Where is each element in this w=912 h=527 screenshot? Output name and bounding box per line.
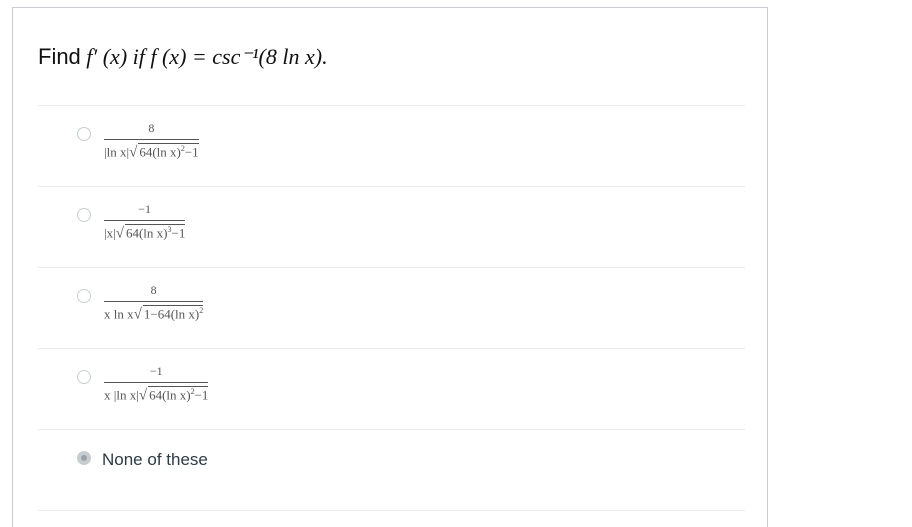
radicand: 64(ln x)3−1: [124, 224, 186, 241]
denominator: |ln x|√ 64(ln x)2−1: [104, 140, 199, 161]
answer-option-4[interactable]: −1 x |ln x|√ 64(ln x)2−1: [38, 348, 745, 429]
answer-option-1[interactable]: 8 |ln x|√ 64(ln x)2−1: [38, 105, 745, 186]
radicand-base: 1−64(ln x): [143, 306, 200, 322]
sqrt-icon: √: [129, 144, 138, 161]
denominator-prefix: x ln x: [104, 306, 134, 322]
sqrt-icon: √: [115, 225, 124, 242]
radio-button[interactable]: [77, 370, 91, 384]
answer-option-3[interactable]: 8 x ln x√ 1−64(ln x)2: [38, 267, 745, 348]
radicand: 64(ln x)2−1: [148, 386, 209, 403]
radio-button-selected[interactable]: [77, 451, 91, 465]
question-expression: f′ (x) if f (x) = csc⁻¹(8 ln x).: [86, 44, 328, 69]
denominator: |x|√ 64(ln x)3−1: [104, 221, 186, 242]
sqrt-icon: √: [138, 387, 148, 404]
radicand: 1−64(ln x)2: [142, 305, 204, 322]
denominator: x ln x√ 1−64(ln x)2: [104, 302, 204, 323]
numerator: 8: [150, 283, 157, 297]
fraction: 8 x ln x√ 1−64(ln x)2: [104, 283, 204, 323]
answer-option-2[interactable]: −1 |x|√ 64(ln x)3−1: [38, 186, 745, 267]
answer-option-5[interactable]: None of these: [38, 429, 745, 511]
radicand: 64(ln x)2−1: [138, 143, 199, 160]
radicand-tail: −1: [194, 387, 209, 403]
denominator-prefix: x |ln x|: [104, 387, 139, 403]
sqrt-icon: √: [133, 306, 142, 323]
exponent: 2: [199, 306, 204, 315]
question-card: Find f′ (x) if f (x) = csc⁻¹(8 ln x). 8 …: [12, 7, 768, 527]
radicand-base: 64(ln x): [149, 387, 191, 403]
answer-list: 8 |ln x|√ 64(ln x)2−1 −1 |x|√ 64(ln x)3−1 …: [38, 105, 745, 511]
radicand-base: 64(ln x): [125, 225, 168, 241]
fraction: 8 |ln x|√ 64(ln x)2−1: [104, 121, 199, 161]
radio-button[interactable]: [77, 289, 91, 303]
numerator: −1: [149, 364, 163, 378]
radio-button[interactable]: [77, 208, 91, 222]
denominator-prefix: |x|: [104, 225, 116, 241]
radio-button[interactable]: [77, 127, 91, 141]
radicand-tail: −1: [171, 225, 186, 241]
fraction: −1 x |ln x|√ 64(ln x)2−1: [104, 364, 209, 404]
denominator: x |ln x|√ 64(ln x)2−1: [104, 383, 209, 404]
denominator-prefix: |ln x|: [104, 144, 130, 160]
radicand-base: 64(ln x): [139, 144, 181, 160]
fraction: −1 |x|√ 64(ln x)3−1: [104, 202, 186, 242]
answer-label: None of these: [102, 450, 208, 469]
radicand-tail: −1: [184, 144, 199, 160]
numerator: 8: [148, 121, 155, 135]
numerator: −1: [138, 202, 152, 216]
question-text: Find f′ (x) if f (x) = csc⁻¹(8 ln x).: [38, 44, 328, 70]
question-lead: Find: [38, 44, 81, 69]
